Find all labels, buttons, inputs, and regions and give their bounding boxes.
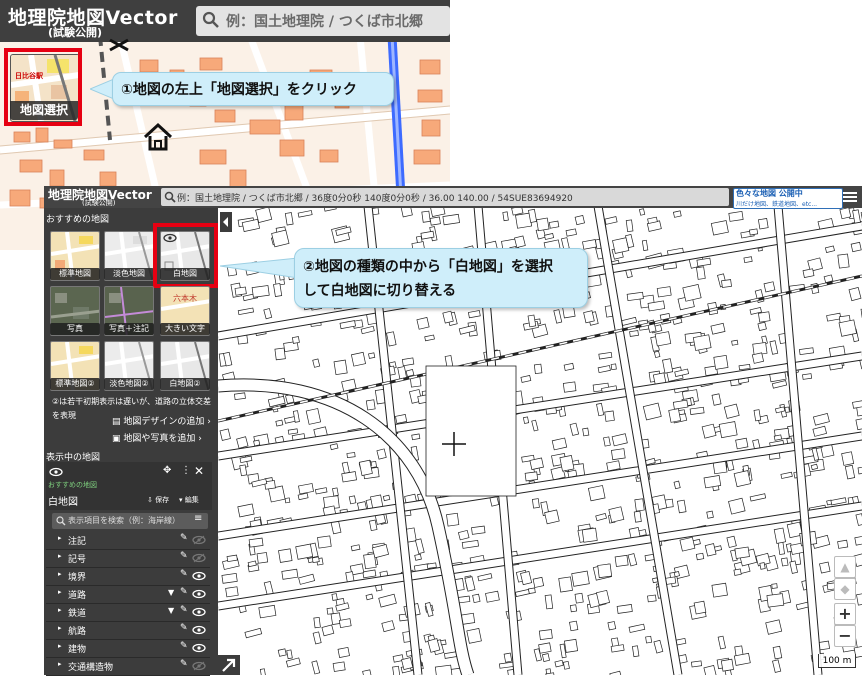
layer-row[interactable]: ▸ 境界 ✎ (46, 567, 210, 586)
thumb-label: 白地図② (160, 378, 210, 390)
thumb-label: 淡色地図② (104, 378, 154, 390)
layer-label: 鉄道 (68, 606, 86, 619)
center-crosshair-icon (442, 432, 466, 456)
collapse-panel-icon[interactable] (220, 212, 232, 232)
add-map-design-label: 地図デザインの追加 (123, 417, 204, 427)
edit-pencil-icon[interactable]: ✎ (180, 659, 188, 669)
edit-pencil-icon[interactable]: ✎ (180, 605, 188, 615)
thumb-label: 標準地図② (50, 378, 100, 390)
scale-bar: 100 m (818, 654, 856, 668)
thumb-label: 写真＋注記 (104, 323, 154, 335)
thumb-label: 大きい文字 (160, 323, 210, 335)
step1-callout-pointer (90, 77, 114, 101)
edit-pencil-icon[interactable]: ✎ (180, 641, 188, 651)
close-icon[interactable]: ✕ (194, 464, 204, 478)
recommended-maps-heading: おすすめの地図 (46, 212, 109, 225)
zoom-out-button[interactable]: − (834, 625, 856, 647)
tilt-up-button[interactable]: ▲ (834, 556, 856, 578)
note-text-cont: を表現 (52, 410, 76, 421)
thumb-label: 写真 (50, 323, 100, 335)
step1-search-placeholder: 例：国土地理院 / つくば市北郷 (226, 11, 423, 31)
visibility-eye-icon[interactable] (192, 553, 206, 563)
add-map-photo-label: 地図や写真を追加 (123, 434, 195, 444)
layer-label: 交通構造物 (68, 660, 113, 673)
step2-callout: ②地図の種類の中から「白地図」を選択 して白地図に切り替える (294, 248, 588, 308)
layer-label: 記号 (68, 552, 86, 565)
layer-list-menu-icon[interactable]: ≡ (194, 513, 202, 524)
current-map-name: 白地図 (48, 493, 78, 508)
visibility-eye-icon[interactable] (192, 661, 206, 671)
step2-callout-line1: ②地図の種類の中から「白地図」を選択 (303, 255, 587, 279)
thumb-label: 淡色地図 (104, 268, 154, 280)
layer-row[interactable]: ▸ 鉄道 ▼ ✎ (46, 603, 210, 622)
edit-pencil-icon[interactable]: ✎ (180, 569, 188, 579)
edit-label: 編集 (185, 496, 199, 504)
zoom-in-button[interactable]: + (834, 603, 856, 625)
layer-row[interactable]: ▸ 注記 ✎ (46, 531, 210, 550)
layer-label: 建物 (68, 642, 86, 655)
edit-pencil-icon[interactable]: ✎ (180, 551, 188, 561)
layer-label: 注記 (68, 534, 86, 547)
layer-label: 道路 (68, 588, 86, 601)
compass-button[interactable]: ◆ (834, 578, 856, 600)
expand-button[interactable] (218, 655, 240, 675)
layer-row[interactable]: ▸ 航路 ✎ (46, 621, 210, 640)
filter-icon[interactable]: ▼ (168, 606, 174, 615)
edit-button[interactable]: ▾ 編集 (179, 495, 199, 505)
eye-icon[interactable] (49, 467, 63, 477)
close-icon (108, 38, 130, 52)
step2-callout-line2: して白地図に切り替える (303, 279, 587, 303)
expand-arrow-icon[interactable]: ▸ (58, 660, 62, 668)
visibility-eye-icon[interactable] (192, 607, 206, 617)
layer-row[interactable]: ▸ 記号 ✎ (46, 549, 210, 568)
expand-arrow-icon[interactable]: ▸ (58, 642, 62, 650)
expand-arrow-icon[interactable]: ▸ (58, 588, 62, 596)
step1-callout: ①地図の左上「地図選択」をクリック (112, 72, 394, 106)
step2-search-placeholder: 例：国土地理院 / つくば市北郷 / 36度0分0秒 140度0分0秒 / 36… (177, 191, 573, 204)
visibility-eye-icon[interactable] (192, 643, 206, 653)
search-icon (202, 11, 220, 29)
house-symbol-icon (142, 122, 174, 152)
layer-row[interactable]: ▸ 交通構造物 ✎ (46, 657, 210, 676)
note-text: ②は若干初期表示は遅いが、道路の立体交差 (52, 396, 211, 407)
hamburger-menu-icon[interactable] (843, 190, 857, 204)
expand-arrow-icon[interactable]: ▸ (58, 606, 62, 614)
banner-title: 色々な地図 公開中 (736, 188, 803, 199)
visibility-eye-icon[interactable] (192, 571, 206, 581)
step1-app-subtitle: (試験公開) (48, 24, 102, 40)
banner-subtitle: 川だけ地図、鉄道地図、etc... (736, 199, 817, 208)
more-options-icon[interactable]: ⋮ (181, 465, 191, 476)
save-button[interactable]: ⇩ 保存 (147, 495, 169, 505)
layer-label: 航路 (68, 624, 86, 637)
expand-arrow-icon[interactable]: ▸ (58, 624, 62, 632)
edit-pencil-icon[interactable]: ✎ (180, 587, 188, 597)
expand-arrow-icon[interactable]: ▸ (58, 534, 62, 542)
visibility-eye-icon[interactable] (192, 535, 206, 545)
step2-callout-pointer (220, 256, 298, 280)
edit-pencil-icon[interactable]: ✎ (180, 533, 188, 543)
filter-icon[interactable]: ▼ (168, 588, 174, 597)
thumb-label: 標準地図 (50, 268, 100, 280)
add-map-design-link[interactable]: ▤ 地図デザインの追加 › (112, 414, 211, 427)
step2-app-subtitle: (試験公開) (82, 198, 115, 208)
recommended-tag: おすすめの地図 (48, 480, 97, 490)
add-map-photo-link[interactable]: ▣ 地図や写真を追加 › (112, 431, 202, 444)
layer-row[interactable]: ▸ 建物 ✎ (46, 639, 210, 658)
layer-search-placeholder: 表示項目を検索（例：海岸線） (68, 515, 180, 526)
expand-arrow-icon (218, 655, 240, 675)
edit-pencil-icon[interactable]: ✎ (180, 623, 188, 633)
expand-arrow-icon[interactable]: ▸ (58, 552, 62, 560)
search-icon (56, 516, 66, 526)
search-icon (164, 191, 176, 203)
visibility-eye-icon[interactable] (192, 625, 206, 635)
visibility-eye-icon[interactable] (192, 589, 206, 599)
layer-row[interactable]: ▸ 道路 ▼ ✎ (46, 585, 210, 604)
expand-arrow-icon[interactable]: ▸ (58, 570, 62, 578)
save-label: 保存 (155, 496, 169, 504)
step1-highlight-box (4, 48, 82, 126)
layer-label: 境界 (68, 570, 86, 583)
svg-text:六本木: 六本木 (173, 293, 197, 303)
move-icon[interactable]: ✥ (163, 465, 171, 476)
step2-highlight-box (153, 223, 218, 288)
